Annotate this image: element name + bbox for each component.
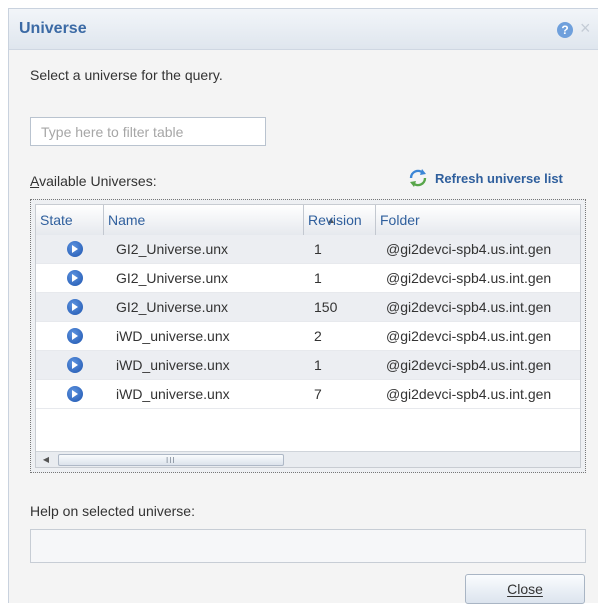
- refresh-universe-list-label: Refresh universe list: [435, 170, 563, 186]
- cell-name: GI2_Universe.unx: [116, 299, 229, 315]
- close-icon[interactable]: ×: [580, 18, 591, 38]
- scrollbar-thumb[interactable]: III: [58, 454, 284, 466]
- table-body: GI2_Universe.unx 1 @gi2devci-spb4.us.int.g…: [36, 235, 580, 409]
- cell-folder: @gi2devci-spb4.us.int.gen: [386, 386, 552, 402]
- cell-name: GI2_Universe.unx: [116, 270, 229, 286]
- cell-folder: @gi2devci-spb4.us.int.gen: [386, 357, 552, 373]
- help-on-selected-universe-field: [30, 529, 586, 563]
- refresh-universe-list-link[interactable]: Refresh universe list: [407, 165, 563, 191]
- column-header-folder[interactable]: Folder: [376, 205, 580, 235]
- universes-table-viewport: State Name Revision Folder GI2_Universe.…: [35, 204, 581, 468]
- dialog-title: Universe: [19, 20, 87, 37]
- dialog-prompt: Select a universe for the query.: [30, 67, 223, 83]
- scroll-left-arrow-icon[interactable]: ◀: [38, 454, 54, 466]
- table-row[interactable]: GI2_Universe.unx 150 @gi2devci-spb4.us.int…: [36, 293, 580, 322]
- universes-table: State Name Revision Folder GI2_Universe.…: [30, 199, 586, 473]
- cell-name: iWD_universe.unx: [116, 328, 230, 344]
- available-universes-label: Available Universes:: [30, 173, 157, 189]
- table-row[interactable]: GI2_Universe.unx 1 @gi2devci-spb4.us.int.g…: [36, 235, 580, 264]
- cell-revision: 1: [314, 241, 322, 257]
- refresh-icon: [409, 169, 427, 187]
- help-icon[interactable]: ?: [557, 22, 573, 38]
- help-on-selected-universe-label: Help on selected universe:: [30, 503, 195, 519]
- cell-name: iWD_universe.unx: [116, 386, 230, 402]
- cell-revision: 2: [314, 328, 322, 344]
- cell-folder: @gi2devci-spb4.us.int.gen: [386, 270, 552, 286]
- arrow-right-circle-icon: [67, 299, 83, 315]
- cell-name: iWD_universe.unx: [116, 357, 230, 373]
- column-header-name[interactable]: Name: [104, 205, 334, 235]
- arrow-right-circle-icon: [67, 241, 83, 257]
- table-row[interactable]: GI2_Universe.unx 1 @gi2devci-spb4.us.int.g…: [36, 264, 580, 293]
- cell-revision: 1: [314, 270, 322, 286]
- close-button-label: Close: [507, 581, 543, 597]
- arrow-right-circle-icon: [67, 328, 83, 344]
- cell-folder: @gi2devci-spb4.us.int.gen: [386, 299, 552, 315]
- arrow-right-circle-icon: [67, 270, 83, 286]
- table-row[interactable]: iWD_universe.unx 7 @gi2devci-spb4.us.int.g…: [36, 380, 580, 409]
- arrow-right-circle-icon: [67, 386, 83, 402]
- column-header-revision[interactable]: Revision: [304, 205, 376, 235]
- table-header: State Name Revision Folder: [36, 205, 580, 236]
- horizontal-scrollbar[interactable]: ◀ III: [36, 451, 580, 467]
- scrollbar-grip: III: [166, 456, 176, 465]
- cell-name: GI2_Universe.unx: [116, 241, 229, 257]
- cell-revision: 7: [314, 386, 322, 402]
- universe-dialog: Universe ? × Select a universe for the q…: [8, 8, 598, 604]
- table-row[interactable]: iWD_universe.unx 2 @gi2devci-spb4.us.int.g…: [36, 322, 580, 351]
- cell-revision: 1: [314, 357, 322, 373]
- table-row[interactable]: iWD_universe.unx 1 @gi2devci-spb4.us.int.g…: [36, 351, 580, 380]
- filter-table-input[interactable]: [30, 117, 266, 146]
- cell-revision: 150: [314, 299, 338, 315]
- cell-folder: @gi2devci-spb4.us.int.gen: [386, 241, 552, 257]
- column-header-name-label: Name: [108, 212, 146, 228]
- arrow-right-circle-icon: [67, 357, 83, 373]
- column-header-state[interactable]: State: [36, 205, 104, 235]
- cell-folder: @gi2devci-spb4.us.int.gen: [386, 328, 552, 344]
- dialog-titlebar: Universe ? ×: [9, 9, 598, 50]
- close-button[interactable]: Close: [465, 574, 585, 604]
